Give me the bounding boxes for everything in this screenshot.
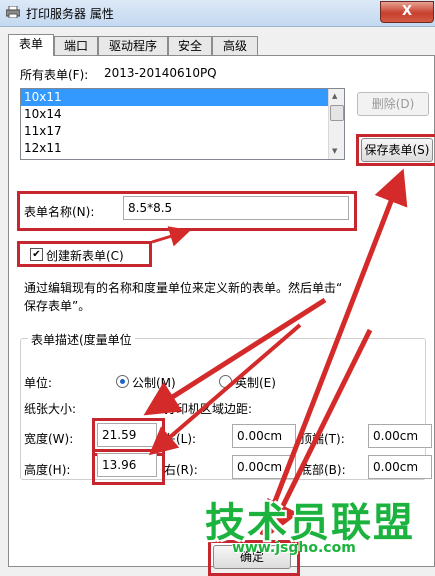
create-new-checkbox[interactable]: ✔ (30, 248, 43, 261)
tab-ports[interactable]: 端口 (54, 36, 98, 55)
list-scrollbar[interactable]: ▲ ▼ (328, 89, 344, 159)
scroll-up-icon[interactable]: ▲ (332, 92, 337, 100)
description-line-2: 保存表单”。 (24, 299, 91, 313)
paper-size-label: 纸张大小: (24, 402, 77, 416)
list-item[interactable]: 11x17 (21, 123, 330, 140)
title-bar: 打印服务器 属性 X (0, 0, 435, 27)
bottom-margin-label: 底部(B): (300, 463, 346, 477)
top-margin-label: 顶端(T): (300, 432, 345, 446)
right-margin-input[interactable]: 0.00cm (232, 455, 296, 479)
list-item[interactable]: 10x14 (21, 106, 330, 123)
height-label: 高度(H): (24, 463, 71, 477)
width-label: 宽度(W): (24, 432, 74, 446)
computer-name: 2013-20140610PQ (104, 66, 217, 80)
group-title: 表单描述(度量单位 (28, 331, 135, 348)
tab-advanced[interactable]: 高级 (212, 36, 258, 55)
tab-drivers[interactable]: 驱动程序 (98, 36, 168, 55)
bottom-margin-input[interactable]: 0.00cm (368, 455, 432, 479)
top-margin-input[interactable]: 0.00cm (368, 424, 432, 448)
description-line-1: 通过编辑现有的名称和度量单位来定义新的表单。然后单击“ (24, 281, 343, 295)
printer-icon (6, 6, 20, 18)
forms-label: 所有表单(F): (20, 68, 89, 82)
delete-button[interactable]: 删除(D) (357, 92, 429, 116)
left-margin-input[interactable]: 0.00cm (232, 424, 296, 448)
english-radio[interactable] (219, 375, 232, 388)
tab-forms[interactable]: 表单 (8, 34, 54, 56)
close-button[interactable]: X (380, 1, 434, 23)
form-name-label: 表单名称(N): (24, 205, 95, 219)
scroll-down-icon[interactable]: ▼ (332, 147, 337, 155)
width-input[interactable]: 21.59 (97, 423, 157, 447)
metric-radio[interactable] (116, 375, 129, 388)
english-label: 英制(E) (235, 376, 276, 390)
units-label: 单位: (24, 376, 53, 390)
right-margin-label: 右(R): (164, 463, 198, 477)
forms-listbox[interactable]: 10x11 10x14 11x17 12x11 ▲ ▼ (20, 88, 345, 160)
left-margin-label: 左(L): (164, 432, 197, 446)
list-item[interactable]: 10x11 (21, 89, 330, 106)
window-title: 打印服务器 属性 (26, 7, 114, 21)
create-new-label: 创建新表单(C) (46, 249, 124, 263)
form-name-input[interactable]: 8.5*8.5 (123, 196, 349, 220)
metric-label: 公制(M) (132, 376, 176, 390)
printer-margins-label: 打印机区域边距: (164, 402, 253, 416)
scroll-thumb[interactable] (330, 105, 344, 121)
save-form-button[interactable]: 保存表单(S) (361, 138, 433, 162)
list-item[interactable]: 12x11 (21, 140, 330, 157)
tab-security[interactable]: 安全 (168, 36, 212, 55)
watermark-url: www.jsgho.com (232, 540, 356, 556)
height-input[interactable]: 13.96 (97, 453, 157, 477)
